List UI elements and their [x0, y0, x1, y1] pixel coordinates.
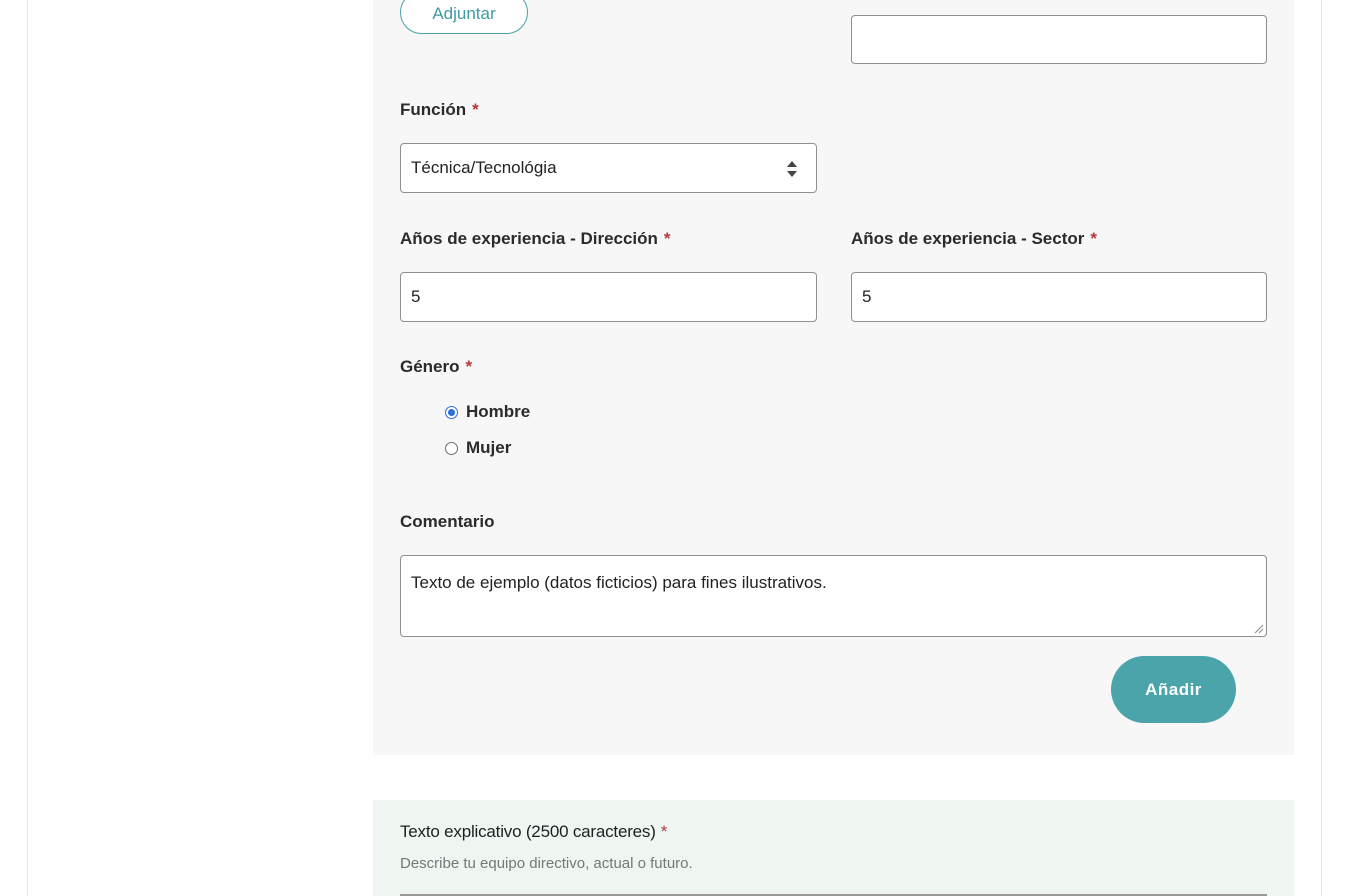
comentario-label: Comentario [400, 512, 494, 532]
comentario-textarea[interactable]: Texto de ejemplo (datos ficticios) para … [400, 555, 1267, 637]
resize-grip-icon[interactable] [1254, 624, 1264, 634]
required-asterisk: * [663, 229, 671, 248]
radio-hombre[interactable]: Hombre [445, 401, 530, 423]
member-form-panel [373, 0, 1294, 755]
exp-sector-label: Años de experiencia - Sector * [851, 229, 1097, 249]
exp-sector-input[interactable]: 5 [851, 272, 1267, 322]
radio-selected-icon[interactable] [445, 405, 458, 419]
exp-direccion-input[interactable]: 5 [400, 272, 817, 322]
select-arrows-icon [787, 161, 797, 177]
exp-direccion-label-text: Años de experiencia - Dirección [400, 229, 658, 248]
page: Adjuntar Función * Técnica/Tecnológia Año… [0, 0, 1349, 896]
exp-sector-label-text: Años de experiencia - Sector [851, 229, 1085, 248]
radio-hombre-label: Hombre [466, 402, 531, 421]
exp-direccion-label: Años de experiencia - Dirección * [400, 229, 671, 249]
explain-panel [373, 800, 1294, 896]
funcion-selected-value: Técnica/Tecnológia [411, 158, 557, 177]
funcion-label: Función * [400, 100, 479, 120]
radio-mujer-label: Mujer [466, 438, 512, 457]
required-asterisk: * [472, 100, 479, 119]
add-button[interactable]: Añadir [1111, 656, 1236, 723]
content-frame-left-border [27, 0, 28, 896]
required-asterisk: * [1090, 229, 1097, 248]
radio-unselected-icon[interactable] [445, 441, 458, 455]
funcion-select[interactable]: Técnica/Tecnológia [400, 143, 817, 193]
radio-mujer[interactable]: Mujer [445, 437, 511, 459]
comentario-text: Texto de ejemplo (datos ficticios) para … [411, 573, 827, 592]
comentario-label-text: Comentario [400, 512, 495, 531]
required-asterisk: * [660, 822, 668, 841]
texto-explicativo-help: Describe tu equipo directivo, actual o f… [400, 855, 693, 872]
genero-label: Género * [400, 357, 472, 377]
top-right-input[interactable] [851, 15, 1267, 64]
texto-explicativo-label-text: Texto explicativo (2500 caracteres) [400, 822, 656, 841]
required-asterisk: * [465, 357, 473, 376]
texto-explicativo-label: Texto explicativo (2500 caracteres) * [400, 822, 667, 842]
genero-label-text: Género [400, 357, 460, 376]
funcion-label-text: Función [400, 100, 467, 119]
attach-button[interactable]: Adjuntar [400, 0, 528, 34]
content-frame-right-border [1321, 0, 1322, 896]
